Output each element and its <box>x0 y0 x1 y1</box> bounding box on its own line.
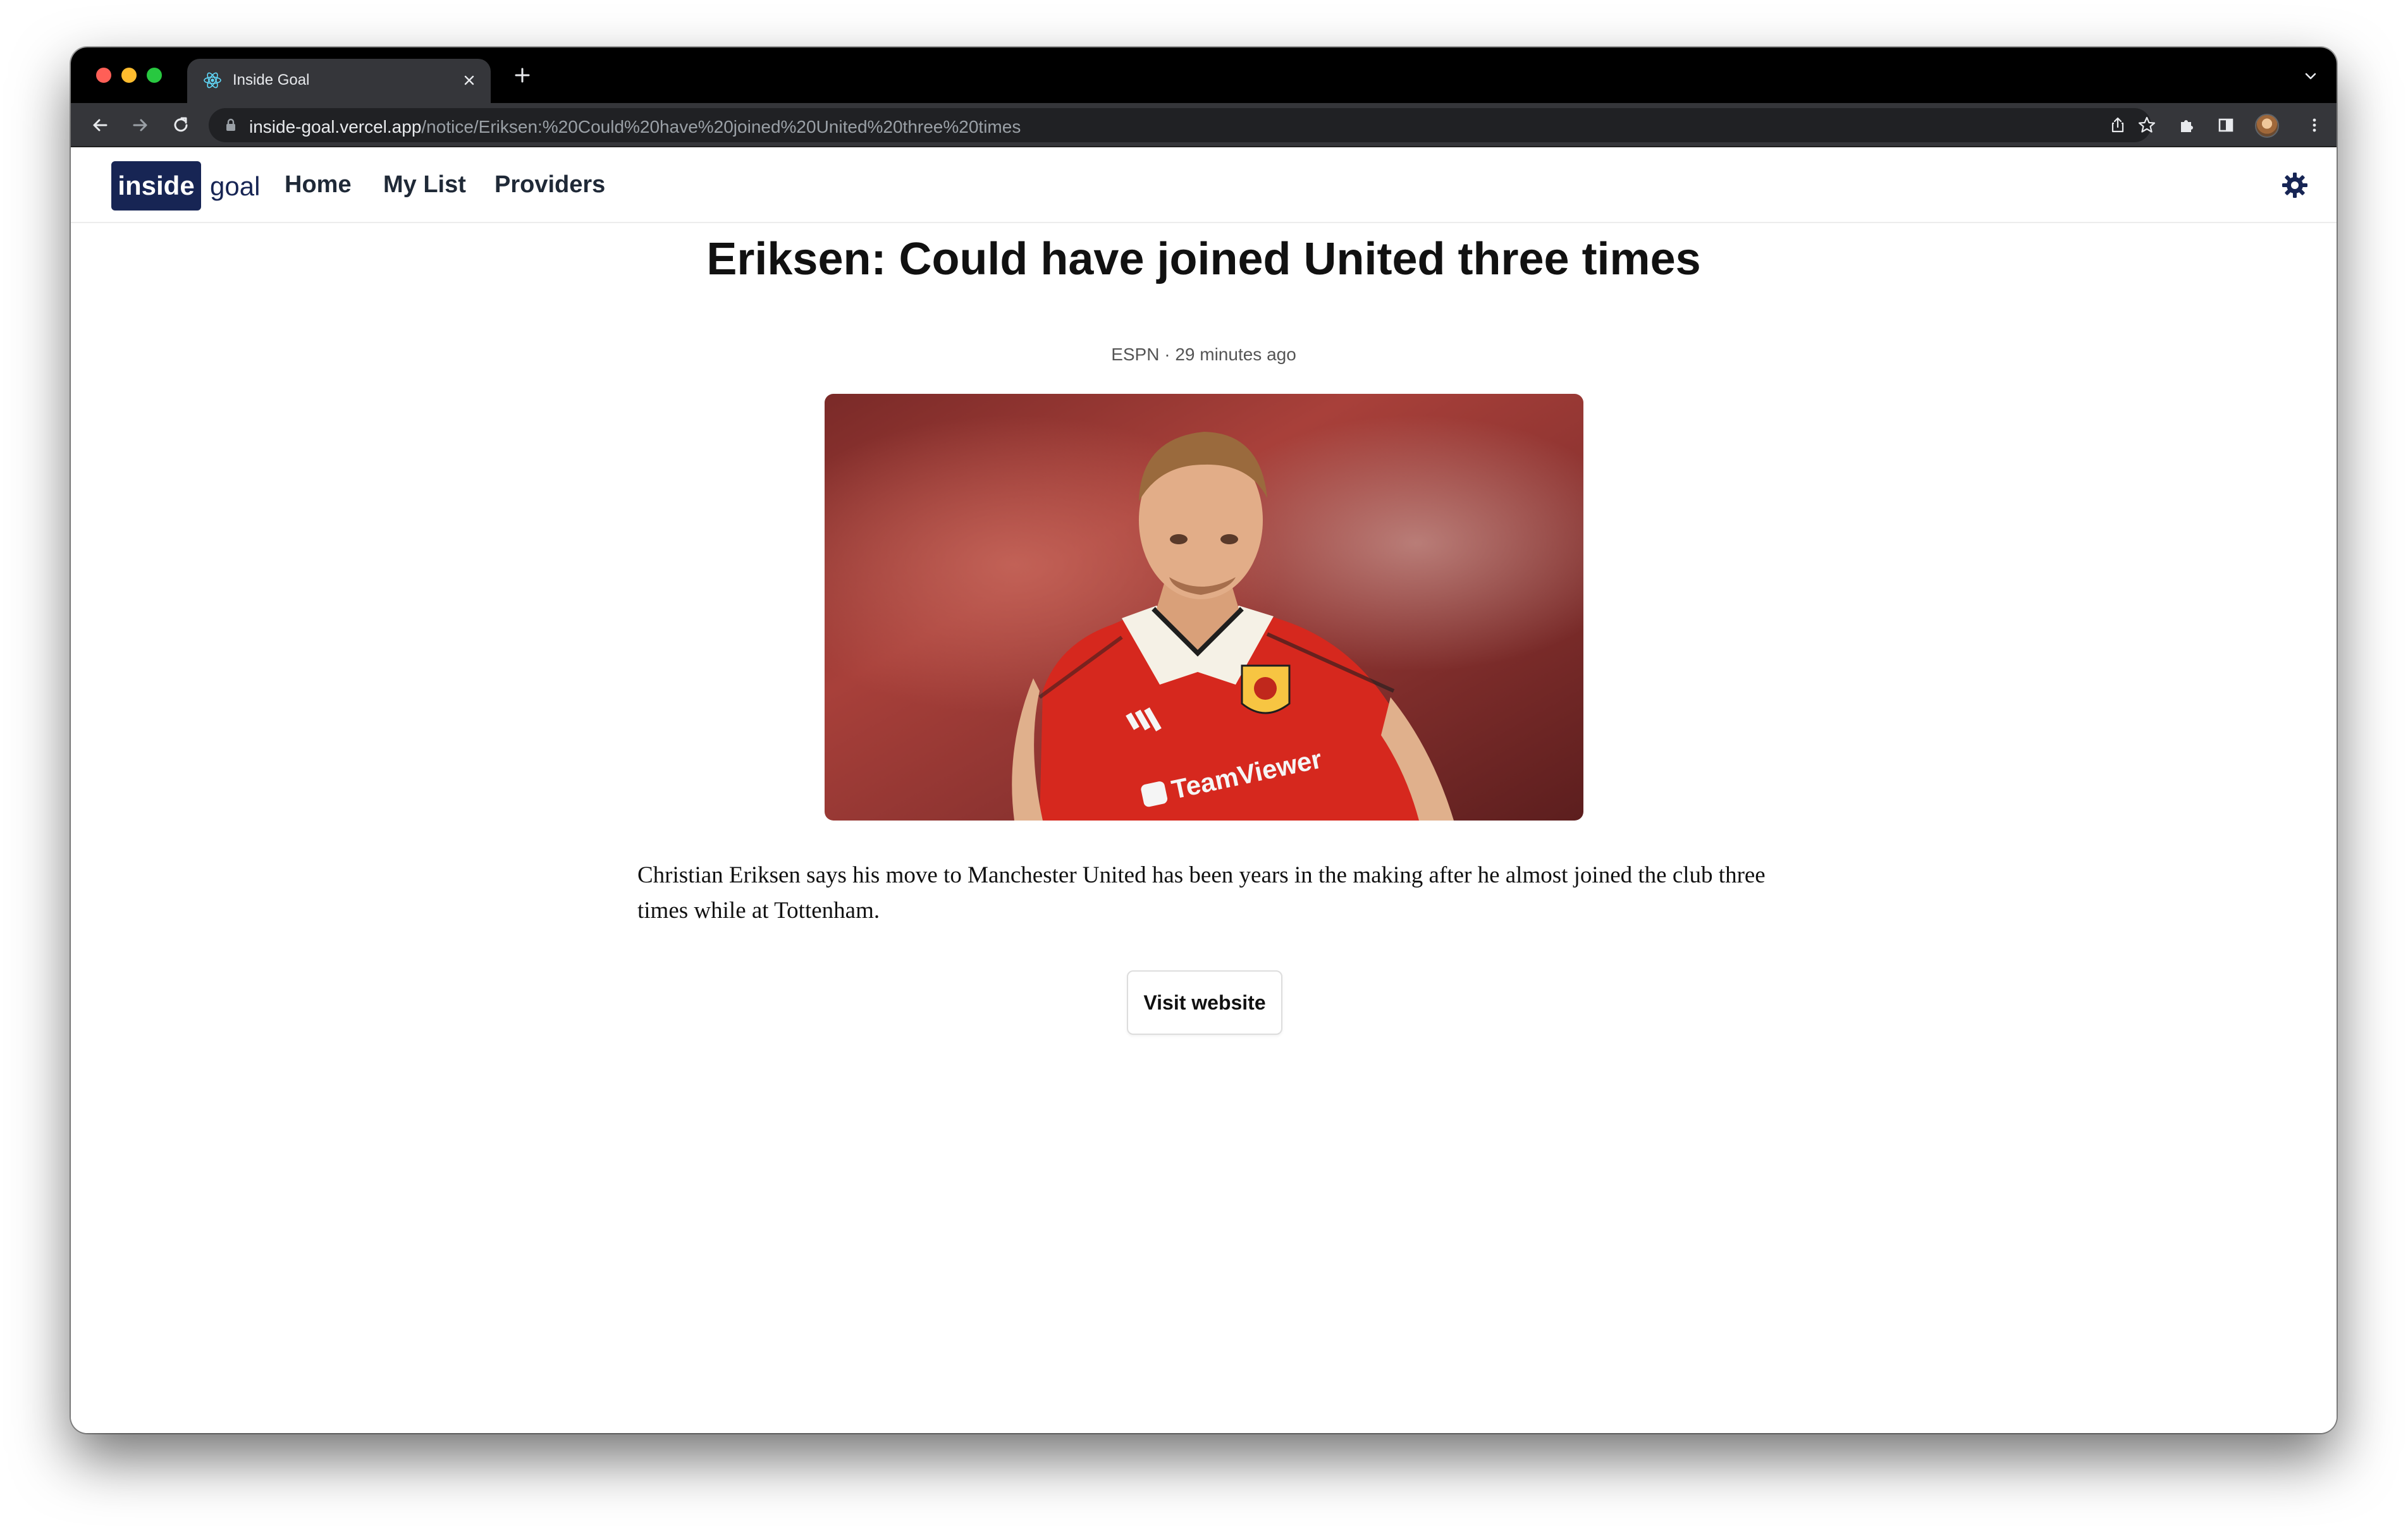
url-host: inside-goal.vercel.app <box>249 117 422 137</box>
logo-goal[interactable]: goal <box>210 171 260 202</box>
react-icon <box>204 72 221 89</box>
extensions-puzzle-icon[interactable] <box>2175 114 2198 137</box>
close-window-button[interactable] <box>96 68 111 83</box>
browser-window: Inside Goal inside-goal.vercel.app/notic… <box>71 47 2337 1433</box>
close-tab-icon[interactable] <box>460 71 478 89</box>
article-meta: ESPN · 29 minutes ago <box>1111 345 1296 364</box>
gear-icon[interactable] <box>2280 170 2310 200</box>
tab-title: Inside Goal <box>233 71 310 89</box>
bookmark-star-icon[interactable] <box>2136 114 2158 136</box>
reload-icon[interactable] <box>169 114 192 137</box>
nav-providers[interactable]: Providers <box>494 171 605 198</box>
tab-strip: Inside Goal <box>71 47 2337 103</box>
lock-icon[interactable] <box>223 117 239 133</box>
page-content: inside goal Home My List Providers Eriks… <box>71 147 2337 1433</box>
new-tab-icon[interactable] <box>511 64 534 87</box>
address-bar[interactable]: inside-goal.vercel.app/notice/Eriksen:%2… <box>209 108 2156 142</box>
player-photo: TeamViewer <box>825 394 1583 821</box>
url-text[interactable]: inside-goal.vercel.app/notice/Eriksen:%2… <box>249 117 1021 137</box>
share-icon[interactable] <box>2107 114 2128 136</box>
forward-arrow-icon[interactable] <box>129 114 152 137</box>
maximize-window-button[interactable] <box>147 68 162 83</box>
article-image: TeamViewer <box>825 394 1583 821</box>
url-path: /notice/Eriksen:%20Could%20have%20joined… <box>421 117 1021 137</box>
nav-my-list[interactable]: My List <box>383 171 466 198</box>
chevron-down-icon[interactable] <box>2302 68 2319 84</box>
article-summary: Christian Eriksen says his move to Manch… <box>637 862 1766 924</box>
minimize-window-button[interactable] <box>121 68 137 83</box>
site-navbar: inside goal Home My List Providers <box>71 147 2337 223</box>
kebab-menu-icon[interactable] <box>2303 114 2326 137</box>
article-title: Eriksen: Could have joined United three … <box>706 234 1701 284</box>
tab-inside-goal[interactable]: Inside Goal <box>187 59 491 103</box>
visit-website-button[interactable]: Visit website <box>1127 970 1282 1035</box>
logo-inside[interactable]: inside <box>111 161 201 211</box>
nav-home[interactable]: Home <box>285 171 352 198</box>
browser-toolbar: inside-goal.vercel.app/notice/Eriksen:%2… <box>71 103 2337 147</box>
side-panel-icon[interactable] <box>2214 114 2237 137</box>
back-arrow-icon[interactable] <box>89 114 111 137</box>
profile-avatar[interactable] <box>2255 114 2279 138</box>
